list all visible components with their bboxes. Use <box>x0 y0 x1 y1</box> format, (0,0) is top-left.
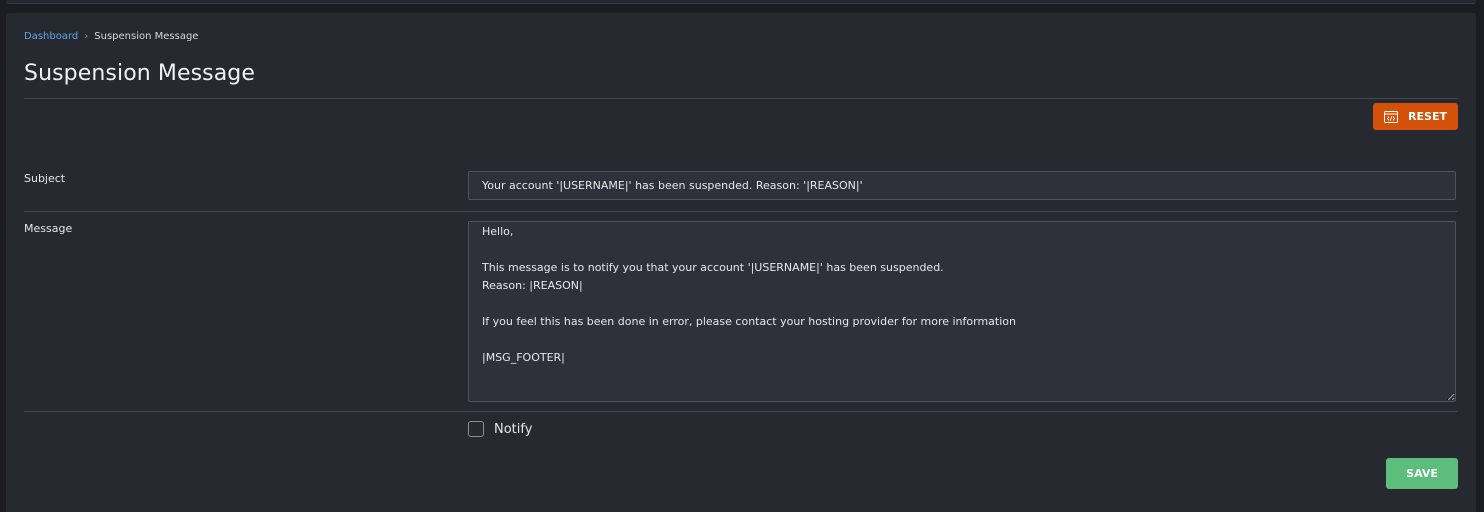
subject-label: Subject <box>24 172 66 185</box>
message-textarea[interactable]: Hello, This message is to notify you tha… <box>468 221 1456 402</box>
breadcrumb-current: Suspension Message <box>94 31 199 42</box>
notify-label: Notify <box>494 421 533 437</box>
code-window-icon <box>1384 110 1399 123</box>
subject-divider <box>24 211 1458 212</box>
breadcrumb-dashboard-link[interactable]: Dashboard <box>24 31 78 42</box>
top-bar <box>6 0 1476 4</box>
main-panel: Dashboard › Suspension Message Suspensio… <box>6 13 1476 512</box>
save-button[interactable]: SAVE <box>1386 458 1458 489</box>
title-divider <box>24 98 1458 99</box>
reset-button-label: RESET <box>1408 110 1447 123</box>
page-title: Suspension Message <box>24 61 256 86</box>
breadcrumb: Dashboard › Suspension Message <box>24 31 198 42</box>
message-divider <box>24 411 1458 412</box>
notify-option[interactable]: Notify <box>468 421 532 437</box>
chevron-right-icon: › <box>84 31 89 42</box>
message-label: Message <box>24 222 73 235</box>
subject-input[interactable] <box>468 171 1456 200</box>
reset-button[interactable]: RESET <box>1373 103 1458 130</box>
notify-checkbox[interactable] <box>468 421 484 437</box>
